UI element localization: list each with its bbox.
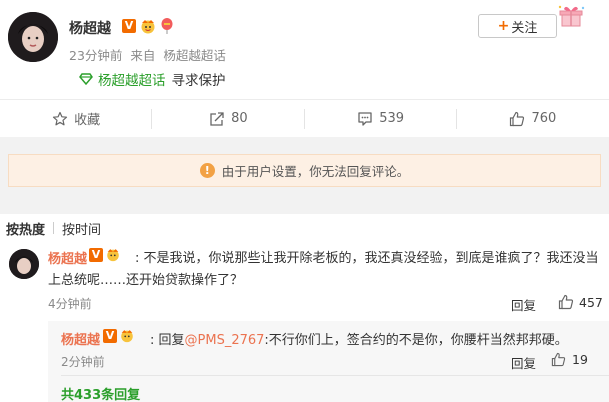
commenter-avatar[interactable] bbox=[9, 249, 39, 279]
thumb-up-icon bbox=[510, 111, 525, 126]
post-action-bar: 收藏 80 539 760 bbox=[0, 99, 609, 137]
supertopic-diamond-icon bbox=[79, 73, 93, 85]
sub-reply-like-count: 19 bbox=[572, 352, 588, 367]
comment-list: : 不是我说，你说那些让我开除老板的，我还真没经验，到底是谁疯了？我还没当上总统… bbox=[0, 242, 609, 402]
sub-reply-badges: V bbox=[103, 328, 135, 343]
sub-reply-box: 杨超越 V : 回复@PMS_2767:不行你们上，签合约的不是你，你腰杆当然邦… bbox=[48, 321, 609, 402]
post-header: 杨超越 V 23分钟前 来自 杨超越超话 杨超越超话 寻求保护 + 关注 bbox=[0, 0, 609, 99]
sub-reply-body: :不行你们上，签合约的不是你，你腰杆当然邦邦硬。 bbox=[264, 333, 568, 348]
post-source[interactable]: 杨超越超话 bbox=[163, 48, 226, 63]
post-source-prefix: 来自 bbox=[130, 48, 156, 63]
sort-by-time-tab[interactable]: 按时间 bbox=[62, 219, 101, 238]
thumb-up-icon bbox=[558, 294, 574, 310]
supertopic-name[interactable]: 杨超越超话 bbox=[98, 69, 166, 89]
follow-button[interactable]: + 关注 bbox=[478, 14, 557, 38]
sub-reply-prefix: : 回复 bbox=[150, 333, 185, 348]
comment-like-count: 457 bbox=[579, 294, 603, 310]
favorite-label: 收藏 bbox=[74, 113, 101, 128]
sub-reply-author[interactable]: 杨超越 bbox=[61, 329, 100, 348]
sub-reply-like-button[interactable]: 19 bbox=[551, 352, 588, 367]
like-button[interactable]: 760 bbox=[457, 100, 609, 137]
star-icon bbox=[53, 111, 68, 125]
sort-divider bbox=[53, 222, 55, 234]
comment-icon bbox=[358, 111, 372, 126]
post-time: 23分钟前 bbox=[69, 48, 123, 63]
plus-icon: + bbox=[497, 18, 510, 34]
supertopic-link[interactable]: 杨超越超话 寻求保护 bbox=[79, 69, 226, 89]
sub-reply-divider bbox=[61, 375, 609, 376]
crown-emoji-icon bbox=[107, 249, 119, 262]
like-count: 760 bbox=[531, 111, 557, 126]
repost-button[interactable]: 80 bbox=[152, 100, 305, 137]
comment-sort-bar: 按热度 按时间 bbox=[0, 214, 609, 242]
gift-box-icon bbox=[558, 5, 585, 27]
repost-icon bbox=[210, 111, 224, 126]
verified-v-icon: V bbox=[122, 19, 136, 33]
comment-button[interactable]: 539 bbox=[305, 100, 458, 137]
notice-text: 由于用户设置，你无法回复评论。 bbox=[221, 164, 410, 179]
verified-v-icon: V bbox=[89, 247, 103, 262]
reply-restriction-notice: ! 由于用户设置，你无法回复评论。 bbox=[8, 154, 601, 187]
sub-reply-text: : 回复@PMS_2767:不行你们上，签合约的不是你，你腰杆当然邦邦硬。 bbox=[150, 329, 568, 348]
sub-reply-reply-button[interactable]: 回复 bbox=[511, 353, 536, 372]
commenter-badges: V bbox=[89, 247, 121, 262]
author-badges: V bbox=[122, 17, 174, 35]
comment-count: 539 bbox=[379, 111, 405, 126]
follow-label: 关注 bbox=[511, 20, 538, 36]
comment-text: : 不是我说，你说那些让我开除老板的，我还真没经验，到底是谁疯了？我还没当上总统… bbox=[48, 251, 599, 288]
sub-reply-time: 2分钟前 bbox=[61, 355, 105, 369]
verified-v-icon: V bbox=[103, 328, 117, 343]
balloon-icon bbox=[161, 18, 173, 34]
supertopic-description: 寻求保护 bbox=[171, 73, 226, 89]
sub-reply-mention[interactable]: @PMS_2767 bbox=[185, 333, 265, 348]
comment-reply-button[interactable]: 回复 bbox=[511, 295, 536, 314]
author-avatar[interactable] bbox=[8, 12, 58, 62]
crown-emoji-icon bbox=[141, 20, 155, 34]
commenter-name[interactable]: 杨超越 bbox=[48, 248, 88, 267]
author-name[interactable]: 杨超越 bbox=[69, 18, 111, 38]
comment-time: 4分钟前 bbox=[48, 297, 92, 311]
crown-emoji-icon bbox=[121, 330, 133, 343]
repost-count: 80 bbox=[231, 111, 248, 126]
post-meta: 23分钟前 来自 杨超越超话 bbox=[69, 45, 230, 64]
thumb-up-icon bbox=[551, 352, 566, 367]
view-more-replies-link[interactable]: 共433条回复 bbox=[61, 384, 140, 402]
favorite-button[interactable]: 收藏 bbox=[0, 100, 153, 137]
sort-by-hot-tab[interactable]: 按热度 bbox=[6, 219, 45, 238]
warning-icon: ! bbox=[199, 163, 215, 178]
comment-like-button[interactable]: 457 bbox=[558, 294, 603, 310]
